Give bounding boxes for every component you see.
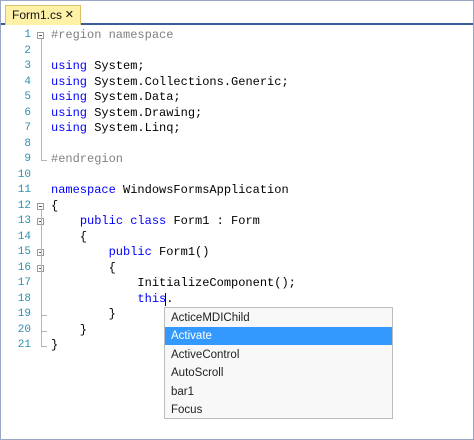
code-line[interactable]: 3 using System;	[1, 59, 473, 75]
line-number: 21	[17, 339, 31, 351]
line-number: 7	[24, 122, 31, 134]
code-text: public class Form1 : Form	[79, 214, 260, 228]
outline-guide-end	[41, 160, 47, 161]
code-text: #endregion	[51, 152, 124, 166]
code-line[interactable]: 5 using System.Data;	[1, 90, 473, 106]
completion-item[interactable]: AutoScroll	[165, 364, 392, 382]
line-number: 17	[17, 277, 31, 289]
line-number: 8	[24, 137, 31, 150]
line-number: 20	[17, 323, 31, 336]
code-line[interactable]: 18 this.	[1, 292, 473, 308]
tab-label: Form1.cs	[12, 8, 63, 22]
line-number: 12	[17, 199, 31, 212]
code-line[interactable]: 4 using System.Collections.Generic;	[1, 75, 473, 91]
code-text: using System.Drawing;	[51, 105, 203, 120]
completion-item[interactable]: bar1	[165, 383, 392, 401]
code-text: namespace WindowsFormsApplication	[51, 183, 289, 197]
line-number: 11	[17, 184, 31, 196]
line-number: 14	[17, 230, 31, 243]
code-text: using System;	[51, 59, 145, 73]
line-number: 10	[17, 168, 31, 181]
keyword: using	[51, 90, 88, 104]
code-line[interactable]: 12 {	[1, 199, 473, 215]
outline-guide-end	[41, 346, 47, 347]
outline-guide	[41, 39, 42, 160]
completion-item[interactable]: ActiveControl	[165, 346, 392, 364]
line-number: 18	[17, 292, 31, 305]
tab-form1-cs[interactable]: Form1.cs ✕	[5, 5, 81, 25]
code-text: #region namespace	[51, 28, 174, 42]
line-number: 9	[24, 153, 31, 165]
keyword: this	[137, 291, 167, 306]
code-text: using System.Data;	[51, 90, 181, 104]
code-text: }	[51, 338, 59, 352]
line-number: 3	[24, 60, 31, 72]
line-number: 5	[24, 91, 31, 103]
code-text: {	[51, 260, 116, 275]
code-editor-window: Form1.cs ✕ 1 #region namespace 2 3 using Sys…	[0, 0, 474, 440]
code-line[interactable]: 16 {	[1, 261, 473, 277]
keyword: namespace	[51, 183, 116, 197]
code-line[interactable]: 14 {	[1, 230, 473, 246]
code-line[interactable]: 13 public class Form1 : Form	[1, 214, 473, 230]
line-number: 6	[24, 106, 31, 119]
outline-guide-end	[41, 315, 47, 316]
line-number: 19	[17, 308, 31, 320]
keyword: class	[130, 214, 167, 228]
line-number: 15	[17, 246, 31, 258]
line-number: 2	[24, 44, 31, 57]
document-tab-strip: Form1.cs ✕	[1, 1, 473, 25]
code-text: InitializeComponent();	[51, 276, 296, 290]
keyword: using	[51, 74, 88, 89]
line-number: 16	[17, 261, 31, 274]
text-caret	[165, 292, 166, 306]
code-line[interactable]: 10	[1, 168, 473, 184]
keyword: using	[51, 105, 88, 120]
line-number: 1	[24, 29, 31, 41]
code-line[interactable]: 7 using System.Linq;	[1, 121, 473, 137]
code-line[interactable]: 17 InitializeComponent();	[1, 276, 473, 292]
code-line[interactable]: 8	[1, 137, 473, 153]
keyword: using	[51, 59, 88, 73]
code-text: {	[51, 229, 88, 244]
code-line[interactable]: 11 namespace WindowsFormsApplication	[1, 183, 473, 199]
code-text: public Form1()	[108, 245, 210, 259]
collapse-icon[interactable]	[37, 202, 44, 210]
code-line[interactable]: 2	[1, 44, 473, 60]
keyword: public	[79, 214, 124, 228]
code-line[interactable]: 9 #endregion	[1, 152, 473, 168]
code-text: this.	[137, 291, 174, 306]
completion-item[interactable]: Activate	[165, 327, 392, 346]
code-text: using System.Linq;	[51, 121, 181, 135]
completion-item[interactable]: Focus	[165, 401, 392, 419]
completion-item[interactable]: ActiceMDIChild	[165, 309, 392, 327]
code-text: using System.Collections.Generic;	[51, 74, 289, 89]
intellisense-popup: ActiceMDIChild Activate ActiveControl AutoS…	[164, 307, 393, 419]
keyword: public	[108, 245, 152, 259]
outline-guide	[41, 209, 42, 346]
code-line[interactable]: 6 using System.Drawing;	[1, 106, 473, 122]
code-text: }	[51, 307, 116, 321]
code-text: {	[51, 198, 59, 213]
code-line[interactable]: 15 public Form1()	[1, 245, 473, 261]
code-text: }	[51, 322, 88, 337]
keyword: using	[51, 121, 88, 135]
code-line[interactable]: 1 #region namespace	[1, 28, 473, 44]
line-number: 13	[17, 215, 31, 227]
close-icon[interactable]: ✕	[65, 6, 74, 24]
collapse-icon[interactable]	[37, 32, 44, 39]
outline-guide-end	[41, 330, 47, 332]
line-number: 4	[24, 75, 31, 88]
